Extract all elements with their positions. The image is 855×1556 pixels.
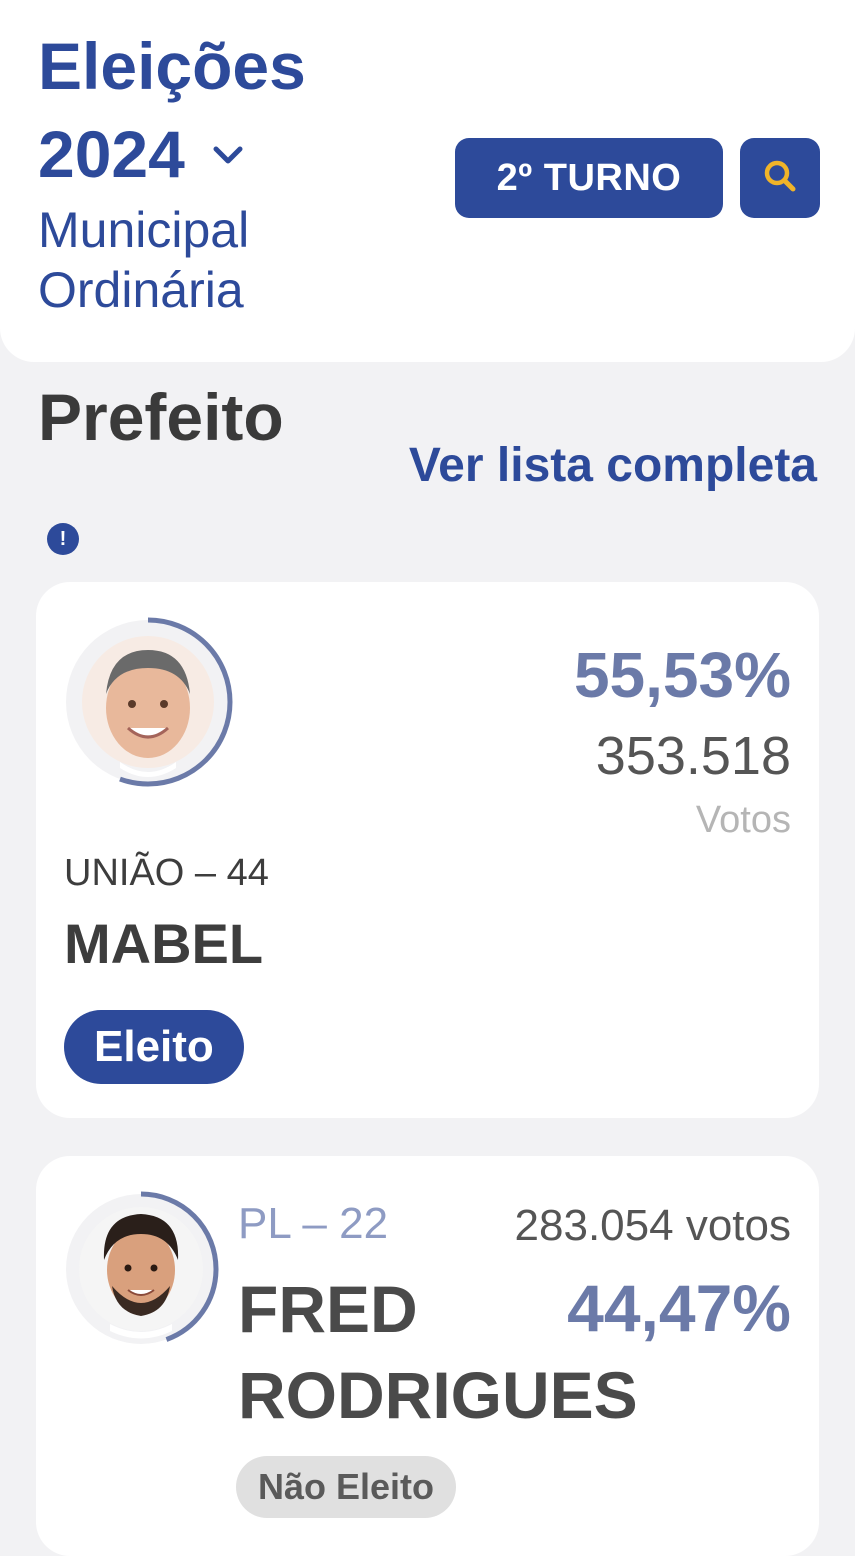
party-number: PL – 22 <box>238 1199 389 1248</box>
info-icon-symbol: ! <box>59 527 67 550</box>
candidate-name: MABEL <box>64 912 264 975</box>
search-icon <box>760 156 800 201</box>
candidate-card[interactable]: 55,53% 353.518 Votos UNIÃO – 44 MABEL El… <box>36 582 819 1118</box>
info-icon[interactable]: ! <box>47 523 79 555</box>
status-badge: Eleito <box>64 1010 244 1084</box>
year-selector[interactable]: 2024 <box>38 110 245 198</box>
round-button[interactable]: 2º TURNO <box>455 138 723 218</box>
election-type: Municipal Ordinária <box>38 202 250 318</box>
vote-percentage: 55,53% <box>573 639 791 711</box>
vote-count: 283.054 votos <box>514 1201 791 1250</box>
status-badge: Não Eleito <box>236 1456 457 1518</box>
page-title: Eleições <box>38 29 306 103</box>
party-number: UNIÃO – 44 <box>64 852 269 894</box>
candidate-avatar <box>63 1191 219 1347</box>
candidate-avatar <box>63 617 233 787</box>
search-button[interactable] <box>740 138 820 218</box>
election-header: Eleições 2024 Municipal Ordinária 2º TUR… <box>0 0 855 362</box>
candidate-card[interactable]: PL – 22 283.054 votos FRED RODRIGUES 44,… <box>36 1156 819 1556</box>
vote-count: 353.518 <box>595 726 791 786</box>
see-full-list-link[interactable]: Ver lista completa <box>409 432 817 500</box>
year-label: 2024 <box>38 117 185 191</box>
vote-percentage: 44,47% <box>567 1271 791 1345</box>
chevron-down-icon <box>211 144 245 171</box>
votes-label: Votos <box>695 799 791 841</box>
section-title: Prefeito <box>38 380 284 454</box>
